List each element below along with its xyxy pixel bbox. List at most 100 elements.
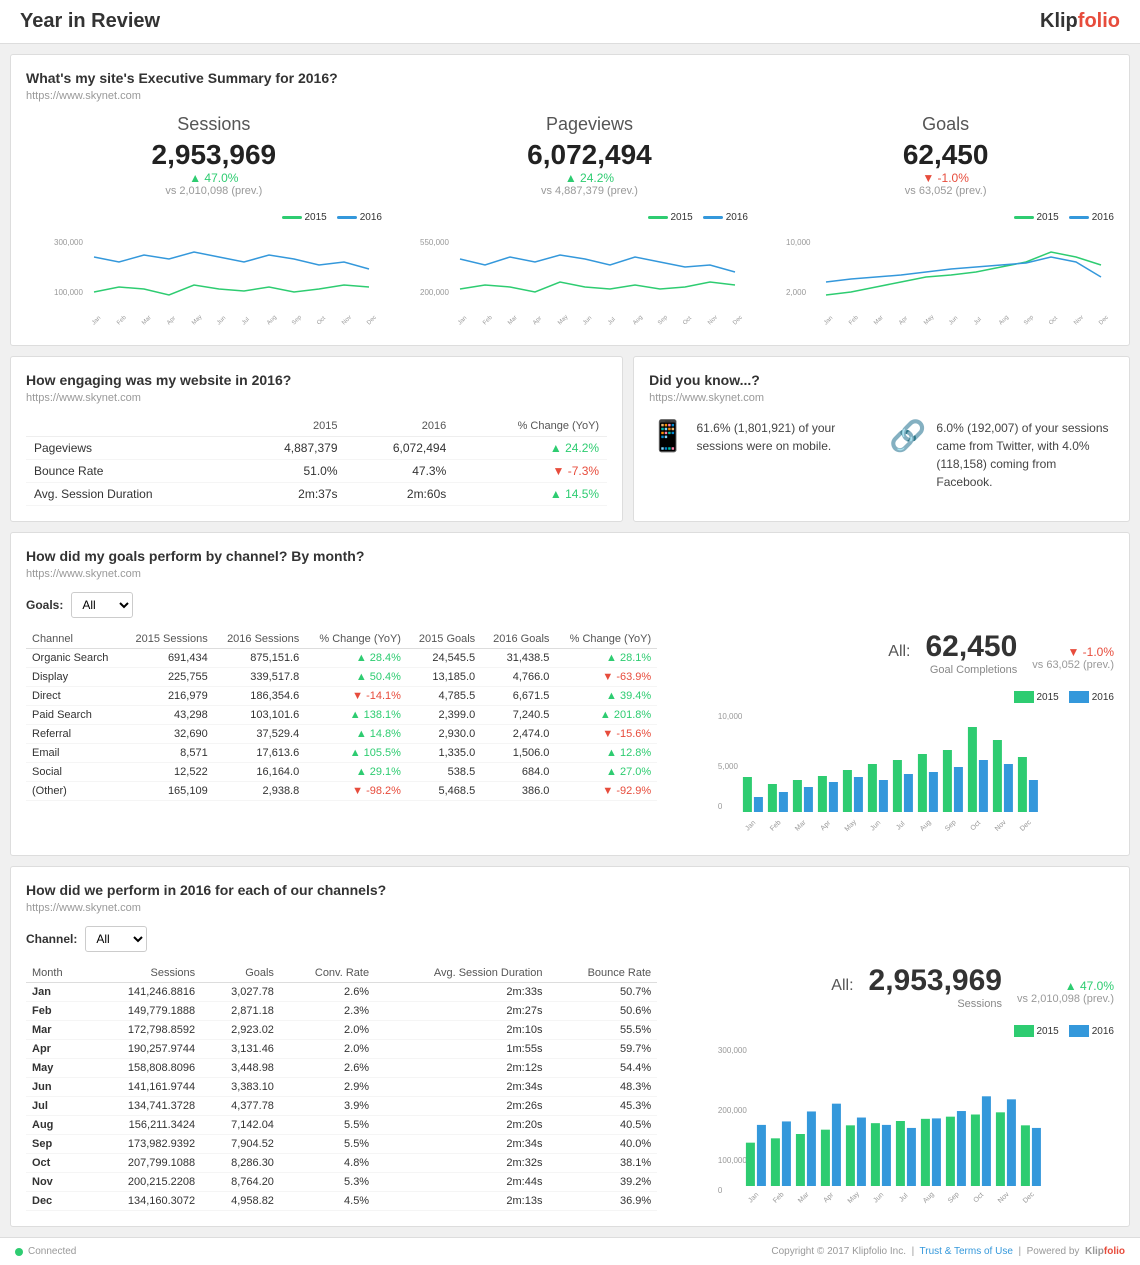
channel-perf-title: How did we perform in 2016 for each of o… [26,882,1114,898]
channel-filter-label: Channel: [26,932,77,946]
svg-text:Apr: Apr [823,1191,836,1204]
perf-bar-2015 [971,1115,980,1187]
goals-chart-legend: 2015 2016 [758,212,1114,223]
svg-text:May: May [847,1190,862,1205]
month-col-month: Month [26,964,87,983]
dyk-item-mobile: 📱 61.6% (1,801,921) of your sessions wer… [649,419,874,491]
goals-summary: All: 62,450 Goal Completions ▼ -1.0% vs … [672,630,1114,676]
channel-g2016: 6,671.5 [481,687,555,706]
perf-bar-2015 [796,1134,805,1186]
month-conv: 5.5% [280,1116,375,1135]
perf-bar-2016 [807,1111,816,1186]
pageviews-label: Pageviews [527,114,652,135]
month-bounce: 36.9% [548,1192,657,1211]
svg-text:Jun: Jun [216,315,227,326]
svg-text:2,000: 2,000 [786,288,807,297]
svg-text:200,000: 200,000 [718,1106,747,1115]
channel-g2015: 2,930.0 [407,725,481,744]
goals-chart-container: 2015 2016 10,000 2,000 Jan Feb Mar Apr [758,212,1114,330]
channel-s-change: ▲ 14.8% [305,725,407,744]
channel-g-change: ▼ -63.9% [555,668,657,687]
month-name: Feb [26,1002,87,1021]
month-goals: 3,383.10 [201,1078,280,1097]
engaging-2016: 2m:60s [346,483,455,506]
pageviews-metric: Pageviews 6,072,494 ▲ 24.2% vs 4,887,379… [527,114,652,197]
svg-text:100,000: 100,000 [718,1156,747,1165]
month-goals: 8,286.30 [201,1154,280,1173]
goals-prev: vs 63,052 (prev.) [903,185,989,197]
channel-name: Paid Search [26,706,122,725]
month-conv: 2.9% [280,1078,375,1097]
bar-2016 [929,772,938,812]
engaging-card: How engaging was my website in 2016? htt… [10,356,623,522]
mid-row: How engaging was my website in 2016? htt… [10,356,1130,522]
month-conv: 4.5% [280,1192,375,1211]
channel-g-change: ▼ -15.6% [555,725,657,744]
month-conv: 2.0% [280,1040,375,1059]
month-row: Jan 141,246.8816 3,027.78 2.6% 2m:33s 50… [26,983,657,1002]
svg-text:May: May [191,314,203,326]
svg-text:Jun: Jun [948,315,959,326]
perf-bar-2016 [1007,1099,1016,1186]
svg-text:Feb: Feb [116,314,128,326]
bar-2015 [743,777,752,812]
svg-text:Dec: Dec [1019,819,1033,833]
bar-2016 [904,774,913,812]
trust-link[interactable]: Trust & Terms of Use [920,1246,1013,1257]
perf-bar-legend-2015: 2015 [1014,1025,1059,1037]
month-row: May 158,808.8096 3,448.98 2.6% 2m:12s 54… [26,1059,657,1078]
channel-s2016: 186,354.6 [214,687,306,706]
perf-bar-2015 [1021,1125,1030,1186]
svg-text:May: May [844,818,859,833]
engaging-change: ▼ -7.3% [454,460,607,483]
month-conv: 2.3% [280,1002,375,1021]
svg-text:Feb: Feb [848,314,860,326]
month-duration: 1m:55s [375,1040,548,1059]
channel-s2016: 339,517.8 [214,668,306,687]
channel-g-change: ▲ 12.8% [555,744,657,763]
svg-text:Aug: Aug [922,1191,936,1205]
goals-filter-select[interactable]: All [71,592,133,618]
bar-2015 [993,740,1002,812]
svg-text:Sep: Sep [1023,314,1035,326]
month-bounce: 50.6% [548,1002,657,1021]
perf-bar-2016 [782,1121,791,1186]
month-table-section: Month Sessions Goals Conv. Rate Avg. Ses… [26,964,657,1211]
legend-dot-2016 [337,216,357,219]
svg-text:5,000: 5,000 [718,762,739,771]
month-sessions: 149,779.1888 [87,1002,201,1021]
month-row: Dec 134,160.3072 4,958.82 4.5% 2m:13s 36… [26,1192,657,1211]
month-row: Aug 156,211.3424 7,142.04 5.5% 2m:20s 40… [26,1116,657,1135]
perf-summary: All: 2,953,969 Sessions ▲ 47.0% vs 2,010… [672,964,1114,1010]
col-s2015: 2015 Sessions [122,630,214,649]
perf-summary-change: ▲ 47.0% [1017,979,1114,993]
month-table: Month Sessions Goals Conv. Rate Avg. Ses… [26,964,657,1211]
month-goals: 7,142.04 [201,1116,280,1135]
month-conv: 3.9% [280,1097,375,1116]
svg-text:Oct: Oct [682,315,693,326]
month-sessions: 158,808.8096 [87,1059,201,1078]
perf-bar-2015 [896,1121,905,1186]
svg-text:Feb: Feb [772,1191,786,1205]
g-legend-dot-2015 [1014,216,1034,219]
mobile-icon: 📱 [649,419,686,454]
connected-dot [15,1248,23,1256]
svg-text:Jul: Jul [607,317,617,327]
channel-s2015: 691,434 [122,649,214,668]
channel-filter-select[interactable]: All [85,926,147,952]
engaging-col-change: % Change (YoY) [454,416,607,437]
perf-summary-value: 2,953,969 [869,964,1002,998]
month-duration: 2m:13s [375,1192,548,1211]
channel-g-change: ▲ 39.4% [555,687,657,706]
svg-text:Mar: Mar [507,315,519,327]
channel-row: Email 8,571 17,613.6 ▲ 105.5% 1,335.0 1,… [26,744,657,763]
goals-summary-sub: Goal Completions [926,664,1018,676]
month-sessions: 134,741.3728 [87,1097,201,1116]
bar-2016 [754,797,763,812]
perf-bar-2016 [932,1118,941,1186]
perf-summary-prev: vs 2,010,098 (prev.) [1017,993,1114,1005]
engaging-2016: 6,072,494 [346,437,455,460]
perf-bar-2016 [857,1118,866,1186]
metrics-row: Sessions 2,953,969 ▲ 47.0% vs 2,010,098 … [26,114,1114,197]
month-sessions: 141,161.9744 [87,1078,201,1097]
